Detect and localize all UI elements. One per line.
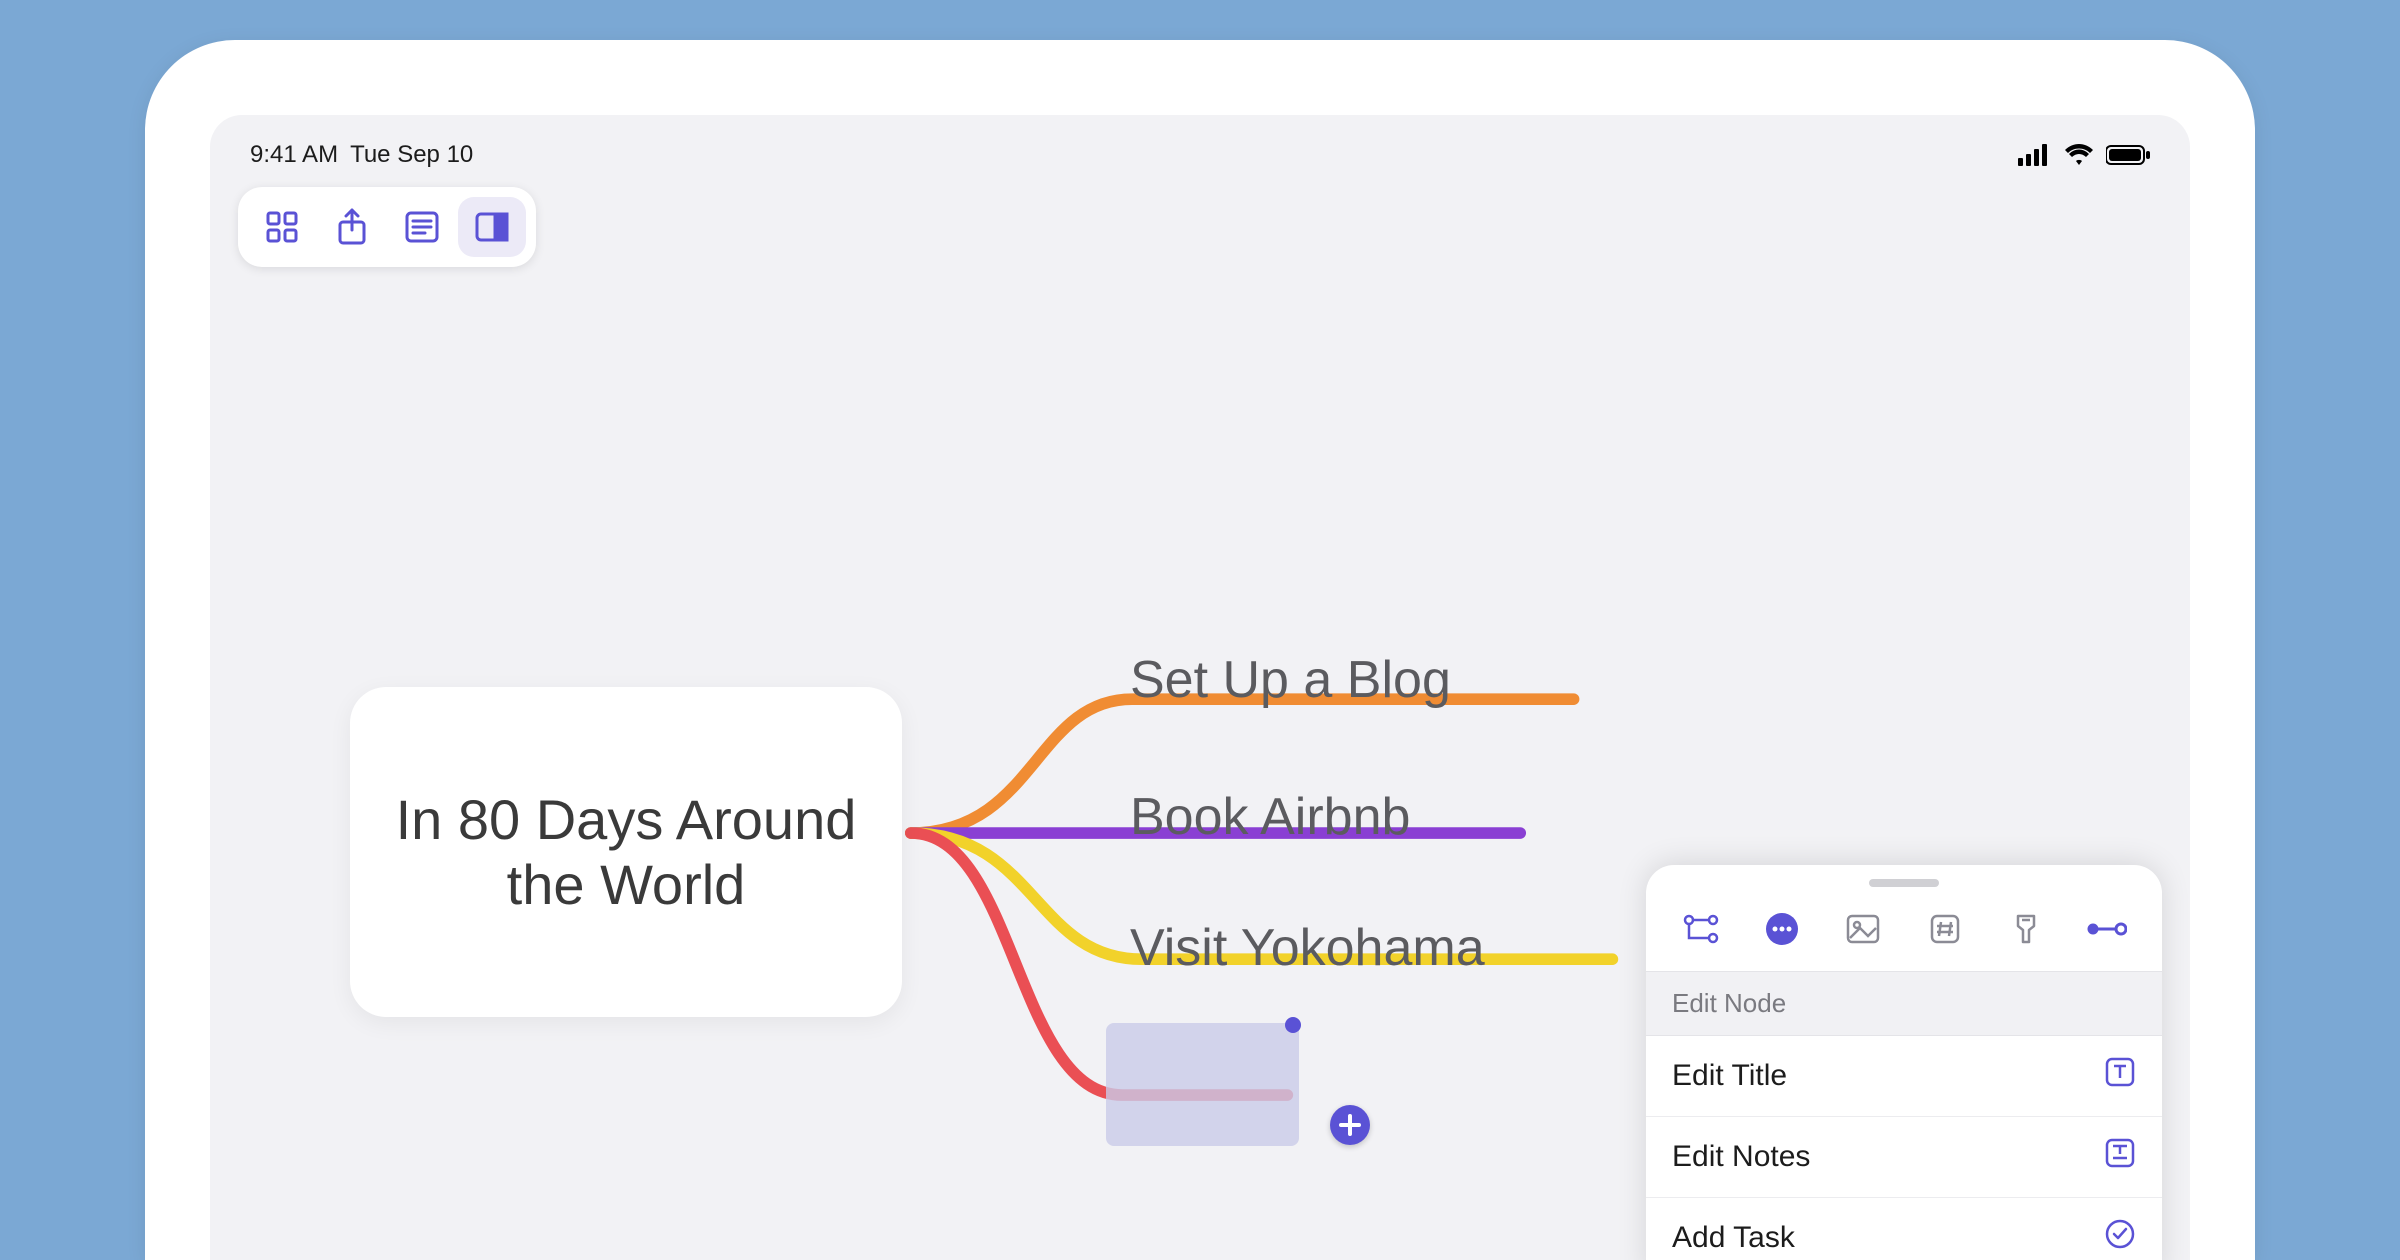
row-label: Edit Notes: [1672, 1140, 1810, 1174]
status-time: 9:41 AM: [250, 141, 338, 169]
wifi-icon: [2064, 144, 2094, 166]
child-node[interactable]: Set Up a Blog: [1130, 650, 1451, 710]
tab-structure[interactable]: [1672, 905, 1730, 953]
child-node[interactable]: Visit Yokohama: [1130, 918, 1485, 978]
sidebar-toggle-button[interactable]: [458, 197, 526, 257]
child-node-label: Visit Yokohama: [1130, 919, 1485, 977]
add-task-row[interactable]: Add Task: [1646, 1198, 2162, 1260]
tab-tag[interactable]: [1916, 905, 1974, 953]
add-child-button[interactable]: [1330, 1105, 1370, 1145]
root-node[interactable]: In 80 Days Around the World: [350, 687, 902, 1017]
child-node[interactable]: Book Airbnb: [1130, 787, 1410, 847]
child-node-label: Set Up a Blog: [1130, 651, 1451, 709]
edit-notes-row[interactable]: Edit Notes: [1646, 1117, 2162, 1198]
app-screen: 9:41 AM Tue Sep 10: [210, 115, 2190, 1260]
checkmark-circle-icon: [2104, 1218, 2136, 1258]
status-bar: 9:41 AM Tue Sep 10: [210, 130, 2190, 180]
inspector-tabs: [1646, 897, 2162, 971]
tab-image[interactable]: [1834, 905, 1892, 953]
edit-title-row[interactable]: Edit Title: [1646, 1036, 2162, 1117]
battery-icon: [2106, 144, 2150, 166]
tab-connect[interactable]: [2078, 905, 2136, 953]
resize-handle-icon[interactable]: [1285, 1017, 1301, 1033]
tab-style[interactable]: [1997, 905, 2055, 953]
inspector-panel[interactable]: Edit Node Edit Title Edit Notes Add Task: [1646, 865, 2162, 1260]
grid-view-button[interactable]: [248, 197, 316, 257]
share-button[interactable]: [318, 197, 386, 257]
status-date: Tue Sep 10: [350, 141, 473, 169]
text-title-icon: [2104, 1056, 2136, 1096]
drag-handle-icon[interactable]: [1869, 879, 1939, 887]
selected-node[interactable]: [1106, 1023, 1299, 1146]
inspector-section-header: Edit Node: [1646, 971, 2162, 1036]
row-label: Edit Title: [1672, 1059, 1787, 1093]
child-node-label: Book Airbnb: [1130, 788, 1410, 846]
main-toolbar: [238, 187, 536, 267]
outline-button[interactable]: [388, 197, 456, 257]
tablet-frame: 9:41 AM Tue Sep 10: [145, 40, 2255, 1260]
row-label: Add Task: [1672, 1221, 1795, 1255]
signal-icon: [2018, 144, 2052, 166]
root-node-title: In 80 Days Around the World: [350, 787, 902, 917]
tab-more[interactable]: [1753, 905, 1811, 953]
notes-icon: [2104, 1137, 2136, 1177]
